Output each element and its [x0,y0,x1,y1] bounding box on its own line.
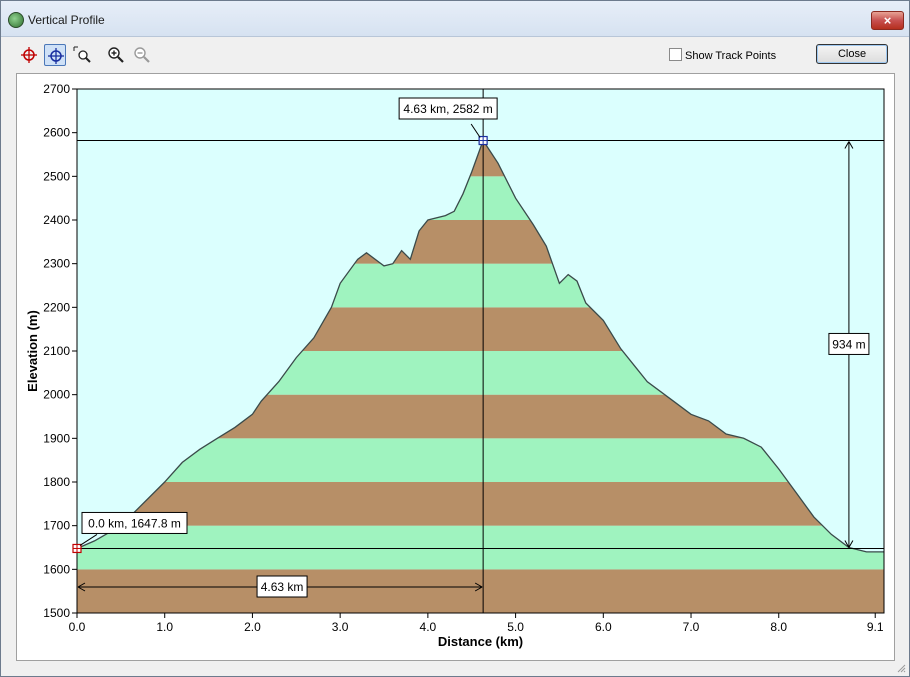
resize-grip-icon[interactable] [896,663,906,673]
y-tick-label: 2200 [43,300,70,314]
x-tick-label: 8.0 [770,620,787,634]
x-tick-label: 5.0 [507,620,524,634]
distance-label: 4.63 km [256,575,308,598]
x-tick-label: 9.1 [867,620,884,634]
distance-label-text: 4.63 km [261,580,304,594]
y-tick-label: 1500 [43,606,70,620]
vertical-profile-window: Vertical Profile × Show Track Points Clo… [0,0,910,677]
elevation-chart[interactable]: 1500 1600 1700 1800 1900 2000 2100 2200 2300 2400… [17,74,894,660]
window-title: Vertical Profile [28,13,105,27]
y-tick-label: 1600 [43,562,70,576]
elevation-band [77,569,884,613]
x-tick-label: 7.0 [683,620,700,634]
title-bar: Vertical Profile × [1,1,909,37]
y-tick-label: 2000 [43,388,70,402]
show-track-points-checkbox[interactable] [669,48,682,61]
x-axis-label: Distance (km) [438,634,523,649]
crosshair-red-icon[interactable] [18,44,40,66]
zoom-in-icon[interactable] [105,44,127,66]
x-tick-label: 6.0 [595,620,612,634]
crosshair-blue-icon[interactable] [44,44,66,66]
start-label-text: 0.0 km, 1647.8 m [88,516,181,530]
elevation-band [77,525,884,570]
y-tick-label: 2700 [43,82,70,96]
peak-label-text: 4.63 km, 2582 m [403,102,492,116]
y-tick-label: 1800 [43,475,70,489]
y-tick-label: 1900 [43,431,70,445]
peak-marker [478,135,488,146]
x-tick-label: 2.0 [244,620,261,634]
elevation-diff-label: 934 m [828,332,870,355]
window-close-button[interactable]: × [871,11,904,30]
elevation-diff-label-text: 934 m [832,337,865,351]
elevation-band [77,482,884,526]
y-tick-label: 1700 [43,519,70,533]
y-tick-label: 2400 [43,213,70,227]
close-button[interactable]: Close [816,44,888,64]
show-track-points-label: Show Track Points [685,50,777,62]
y-tick-label: 2100 [43,344,70,358]
zoom-window-icon[interactable] [71,44,93,66]
globe-icon [8,12,24,28]
show-track-points-control[interactable]: Show Track Points [669,48,776,62]
zoom-out-icon[interactable] [131,44,153,66]
x-tick-label: 3.0 [332,620,349,634]
y-tick-label: 2500 [43,169,70,183]
y-tick-label: 2300 [43,257,70,271]
x-tick-label: 1.0 [156,620,173,634]
start-label: 0.0 km, 1647.8 m [81,511,188,534]
x-tick-label: 4.0 [420,620,437,634]
plot-panel: 1500 1600 1700 1800 1900 2000 2100 2200 2300 2400… [16,73,895,661]
y-axis-label: Elevation (m) [25,310,40,392]
start-marker [72,543,82,554]
y-tick-label: 2600 [43,126,70,140]
peak-label: 4.63 km, 2582 m [398,97,498,120]
x-tick-label: 0.0 [69,620,86,634]
